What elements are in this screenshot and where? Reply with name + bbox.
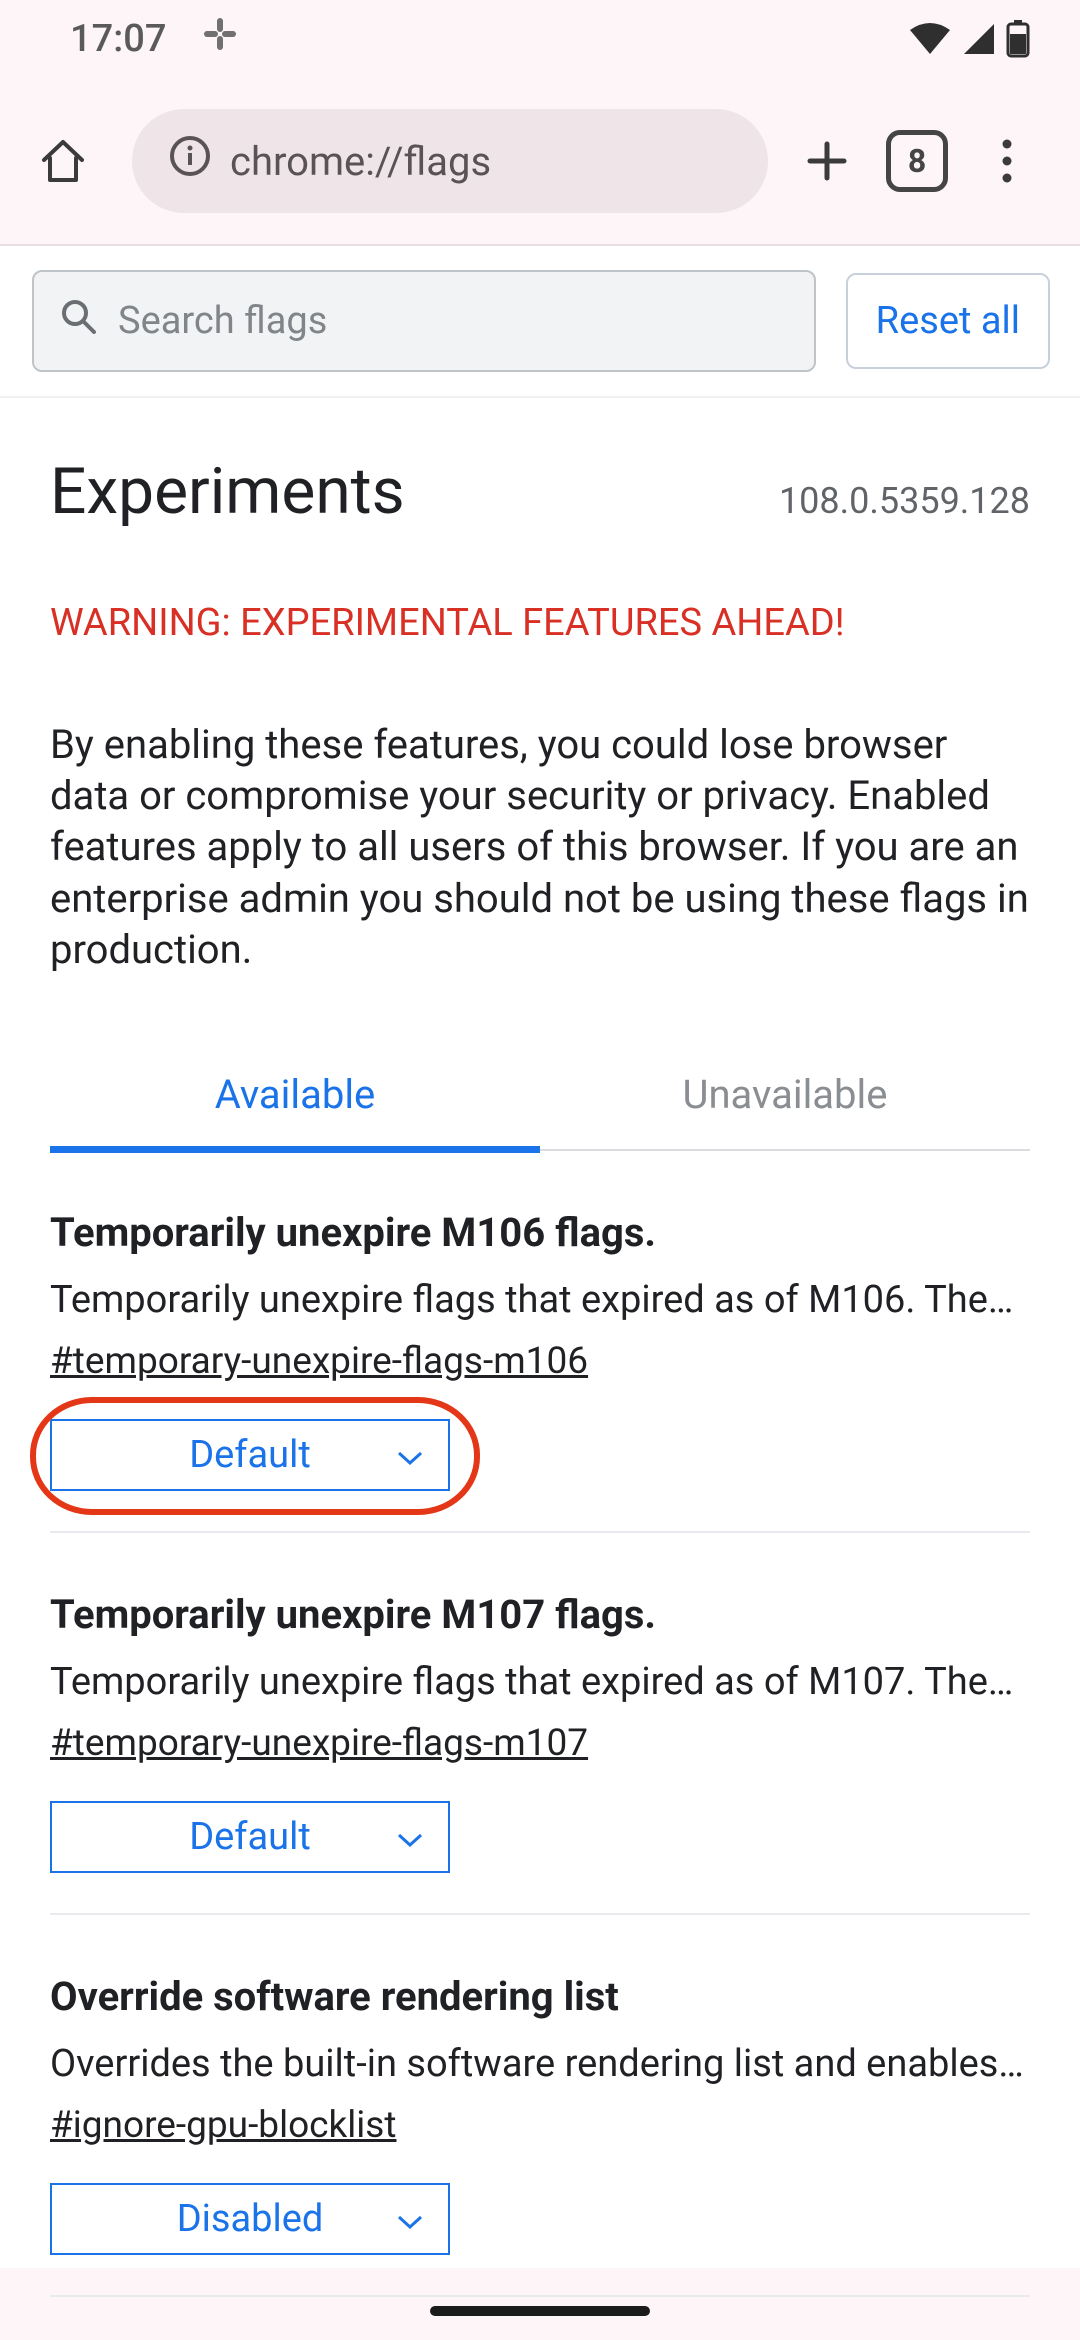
flag-select-value: Disabled bbox=[177, 2197, 324, 2241]
slack-icon bbox=[200, 14, 240, 64]
chevron-down-icon bbox=[396, 1433, 424, 1477]
page-content: Search flags Reset all Experiments 108.0… bbox=[0, 246, 1080, 2268]
flag-select[interactable]: Disabled bbox=[50, 2183, 450, 2255]
flag-title: Override software rendering list bbox=[50, 1973, 1030, 2020]
flag-item: Temporarily unexpire M106 flags. Tempora… bbox=[50, 1151, 1030, 1533]
flag-title: Temporarily unexpire M106 flags. bbox=[50, 1209, 1030, 1256]
reset-all-button[interactable]: Reset all bbox=[846, 273, 1050, 369]
more-menu-button[interactable] bbox=[972, 126, 1042, 196]
status-bar: 17:07 bbox=[0, 0, 1080, 78]
flag-select[interactable]: Default bbox=[50, 1801, 450, 1873]
wifi-icon bbox=[908, 22, 952, 56]
browser-toolbar: chrome://flags 8 bbox=[0, 78, 1080, 246]
search-placeholder: Search flags bbox=[118, 299, 327, 343]
flag-description: Overrides the built-in software renderin… bbox=[50, 2042, 1030, 2086]
flag-anchor-link[interactable]: #temporary-unexpire-flags-m107 bbox=[50, 1722, 1030, 1765]
warning-body: By enabling these features, you could lo… bbox=[50, 719, 1030, 975]
tab-switcher-button[interactable]: 8 bbox=[886, 130, 948, 192]
flag-item: Accelerated 2D canvas Enables the use of… bbox=[50, 2297, 1030, 2340]
tab-count: 8 bbox=[908, 142, 926, 180]
page-title: Experiments bbox=[50, 454, 405, 529]
home-button[interactable] bbox=[18, 116, 108, 206]
chevron-down-icon bbox=[396, 1815, 424, 1859]
flag-select-value: Default bbox=[189, 1815, 311, 1859]
flag-description: Temporarily unexpire flags that expired … bbox=[50, 1278, 1030, 1322]
flag-anchor-link[interactable]: #temporary-unexpire-flags-m106 bbox=[50, 1340, 1030, 1383]
version-text: 108.0.5359.128 bbox=[779, 480, 1030, 522]
flag-select-value: Default bbox=[189, 1433, 311, 1477]
tab-available[interactable]: Available bbox=[50, 1071, 540, 1153]
flag-select[interactable]: Default bbox=[50, 1419, 450, 1491]
flag-item: Override software rendering list Overrid… bbox=[50, 1915, 1030, 2297]
status-time: 17:07 bbox=[70, 17, 166, 61]
url-bar[interactable]: chrome://flags bbox=[132, 109, 768, 213]
url-text: chrome://flags bbox=[230, 138, 491, 185]
flag-description: Temporarily unexpire flags that expired … bbox=[50, 1660, 1030, 1704]
tab-unavailable[interactable]: Unavailable bbox=[540, 1071, 1030, 1149]
battery-icon bbox=[1006, 20, 1030, 58]
flag-item: Temporarily unexpire M107 flags. Tempora… bbox=[50, 1533, 1030, 1915]
signal-icon bbox=[962, 22, 996, 56]
flag-title: Temporarily unexpire M107 flags. bbox=[50, 1591, 1030, 1638]
chevron-down-icon bbox=[396, 2197, 424, 2241]
search-icon bbox=[58, 296, 98, 346]
info-icon[interactable] bbox=[168, 134, 212, 188]
flag-anchor-link[interactable]: #ignore-gpu-blocklist bbox=[50, 2104, 1030, 2147]
new-tab-button[interactable] bbox=[792, 126, 862, 196]
search-input[interactable]: Search flags bbox=[32, 270, 816, 372]
tabs: Available Unavailable bbox=[50, 1071, 1030, 1151]
warning-heading: WARNING: EXPERIMENTAL FEATURES AHEAD! bbox=[50, 601, 1030, 645]
gesture-nav-bar[interactable] bbox=[430, 2306, 650, 2316]
